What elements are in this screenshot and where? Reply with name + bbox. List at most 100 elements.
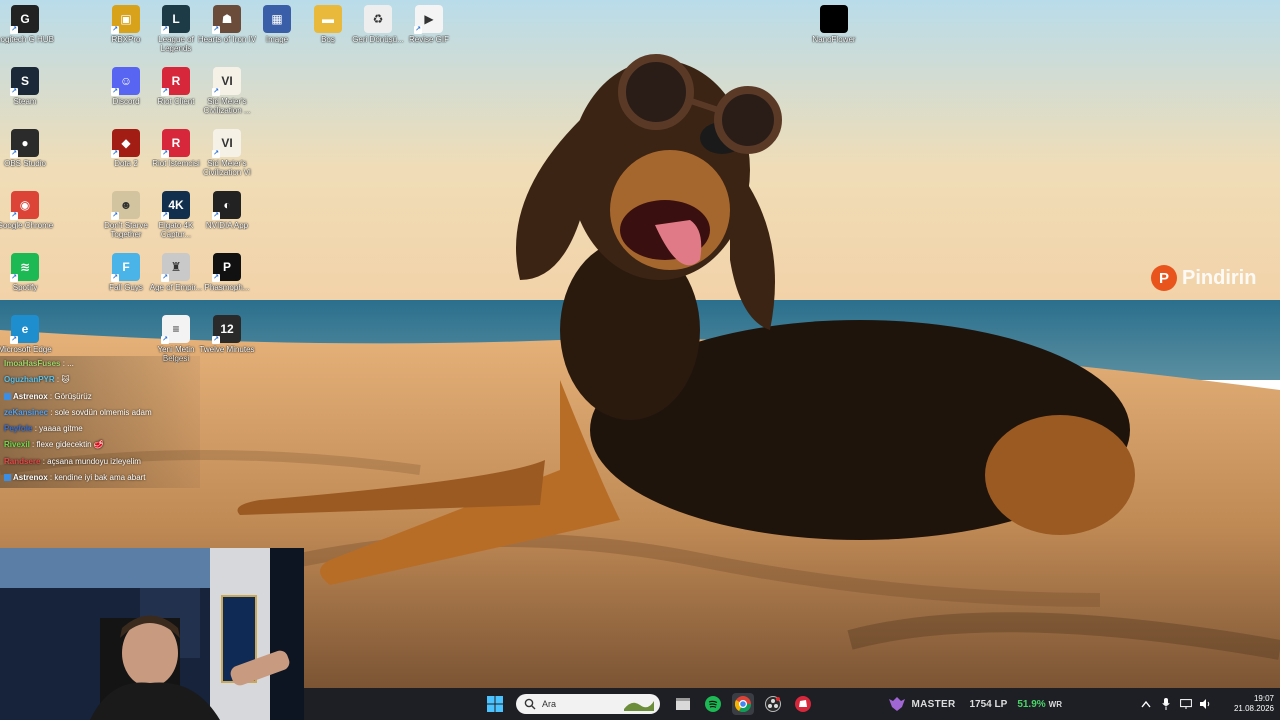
desktop-icon-logitech-ghub[interactable]: G ↗ Logitech G HUB [0,5,55,44]
image-glyph: ▦ [271,11,283,26]
shortcut-arrow-icon: ↗ [161,88,169,96]
shortcut-arrow-icon: ↗ [111,88,119,96]
desktop-icon-obs-studio[interactable]: ● ↗ OBS Studio [0,129,55,168]
desktop-icon-label: Spotify [12,283,38,292]
desktop-icon-phasmophobia[interactable]: P ↗ Phasmoph... [197,253,257,292]
chat-text: 🐱 [61,375,70,385]
chat-message: ImoaHasFuses : ... [0,356,200,372]
chat-username: zeKansinec [4,407,49,417]
desktop-icon-twelve-minutes[interactable]: 12 ↗ Twelve Minutes [197,315,257,354]
desktop-icon-nanoflower[interactable]: NanoFlower [804,5,864,44]
steam-glyph: S [20,73,29,88]
rank-winrate: 51.9% [1017,698,1046,710]
chat-text: flexe gidecektin 🥩 [36,440,104,450]
search-icon [524,698,536,710]
tray-expand-button[interactable] [1140,698,1152,710]
shortcut-arrow-icon: ↗ [10,150,18,158]
nanoflower-icon [820,5,848,33]
desktop-icon-label: Sid Meier's Civilization ... [203,97,251,115]
chat-message: Peyfole : yaaaa gitme [0,421,200,437]
civ6-a-glyph: VI [221,73,233,88]
twelve-minutes-glyph: 12 [220,321,234,336]
tray-network-button[interactable] [1180,698,1192,710]
bos-glyph: ▬ [322,11,334,26]
system-tray: 19:07 21.08.2026 [1136,694,1274,714]
desktop-icon-civ6-a[interactable]: VI ↗ Sid Meier's Civilization ... [197,67,257,115]
microphone-icon [1162,698,1170,710]
chat-text: açsana mundoyu izleyelim [47,456,141,466]
civ6-a-icon: VI ↗ [212,67,241,96]
desktop-icon-steam[interactable]: S ↗ Steam [0,67,55,106]
pindirin-watermark: P Pindirin [1150,264,1256,292]
desktop-icon-label: Revise GIF [408,35,449,44]
logitech-ghub-glyph: G [20,11,30,26]
fall-guys-icon: F ↗ [111,253,140,282]
elgato-glyph: 4K [168,197,184,212]
league-icon: L ↗ [161,5,190,34]
desktop-icon-nvidia-app[interactable]: ◐ ↗ NVIDIA App [197,191,257,230]
pindirin-text: Pindirin [1182,266,1257,289]
shortcut-arrow-icon: ↗ [10,26,18,34]
google-chrome-icon: ◉ ↗ [10,191,39,220]
chat-username: ImoaHasFuses [4,359,61,368]
desktop-icon-spotify[interactable]: ≋ ↗ Spotify [0,253,55,292]
taskbar: Ara MASTER 1754 LP 51.9% WR 19:07 21.08.… [304,688,1280,720]
bos-icon: ▬ [314,5,342,33]
chevron-up-icon [1141,700,1151,708]
shortcut-arrow-icon: ↗ [212,212,220,220]
revise-gif-icon: ▶ ↗ [414,5,443,34]
shortcut-arrow-icon: ↗ [111,26,119,34]
twelve-minutes-icon: 12 ↗ [212,315,241,344]
riot-client-icon [795,696,811,712]
file-explorer-button[interactable] [672,693,694,715]
obs-taskbar-button[interactable] [762,693,784,715]
chat-text: kendine iyi bak ama abart [54,473,146,483]
shortcut-arrow-icon: ↗ [212,336,220,344]
aoe-icon: ♜ ↗ [161,253,190,282]
shortcut-arrow-icon: ↗ [10,336,18,344]
taskbar-search-box[interactable]: Ara [516,694,660,714]
steam-icon: S ↗ [10,67,39,96]
hoi4-glyph: ☗ [221,11,233,26]
desktop-icon-label: Twelve Minutes [199,345,255,354]
revise-gif-glyph: ▶ [424,11,434,26]
shortcut-arrow-icon: ↗ [111,212,119,220]
desktop-icon-label: NVIDIA App [205,221,249,230]
svg-text:P: P [1159,270,1169,287]
desktop-icon-civ6-b[interactable]: VI ↗ Sid Meier's Civilization VI [197,129,257,177]
desktop-icon-revise-gif[interactable]: ▶ ↗ Revise GIF [399,5,459,44]
shortcut-arrow-icon: ↗ [414,26,422,34]
civ6-b-glyph: VI [221,135,233,150]
shortcut-arrow-icon: ↗ [161,150,169,158]
desktop-icon-label: Steam [13,97,37,106]
chat-username: Peyfole [4,424,33,434]
spotify-icon [705,696,721,712]
logitech-ghub-icon: G ↗ [10,5,39,34]
yeni-metin-icon: ≡ ↗ [161,315,190,344]
spotify-taskbar-button[interactable] [702,693,724,715]
chat-text: sole sovdün olmemis adam [54,407,152,417]
taskbar-clock[interactable]: 19:07 21.08.2026 [1226,694,1274,714]
desktop-icon-microsoft-edge[interactable]: e ↗ Microsoft Edge [0,315,55,354]
shortcut-arrow-icon: ↗ [111,274,119,282]
microsoft-edge-glyph: e [21,321,29,336]
file-explorer-icon [676,698,690,710]
geri-donusum-icon: ♻ [364,5,392,33]
shortcut-arrow-icon: ↗ [212,26,220,34]
desktop-icon-google-chrome[interactable]: ◉ ↗ Google Chrome [0,191,55,230]
network-monitor-icon [1180,699,1192,709]
rank-widget: MASTER 1754 LP 51.9% WR [889,697,1062,711]
phasmophobia-glyph: P [222,259,231,274]
tray-microphone-button[interactable] [1160,698,1172,710]
tray-volume-button[interactable] [1200,698,1212,710]
start-button[interactable] [484,693,506,715]
speaker-icon [1200,699,1210,709]
spotify-icon: ≋ ↗ [10,253,39,282]
chat-message: Astrenox : kendine iyi bak ama abart [0,470,200,486]
chrome-taskbar-button[interactable] [732,693,754,715]
aoe-glyph: ♜ [170,259,182,274]
riot-client-taskbar-button[interactable] [792,693,814,715]
desktop-icon-label: Logitech G HUB [0,35,54,44]
master-rank-icon [889,697,906,711]
shortcut-arrow-icon: ↗ [161,26,169,34]
